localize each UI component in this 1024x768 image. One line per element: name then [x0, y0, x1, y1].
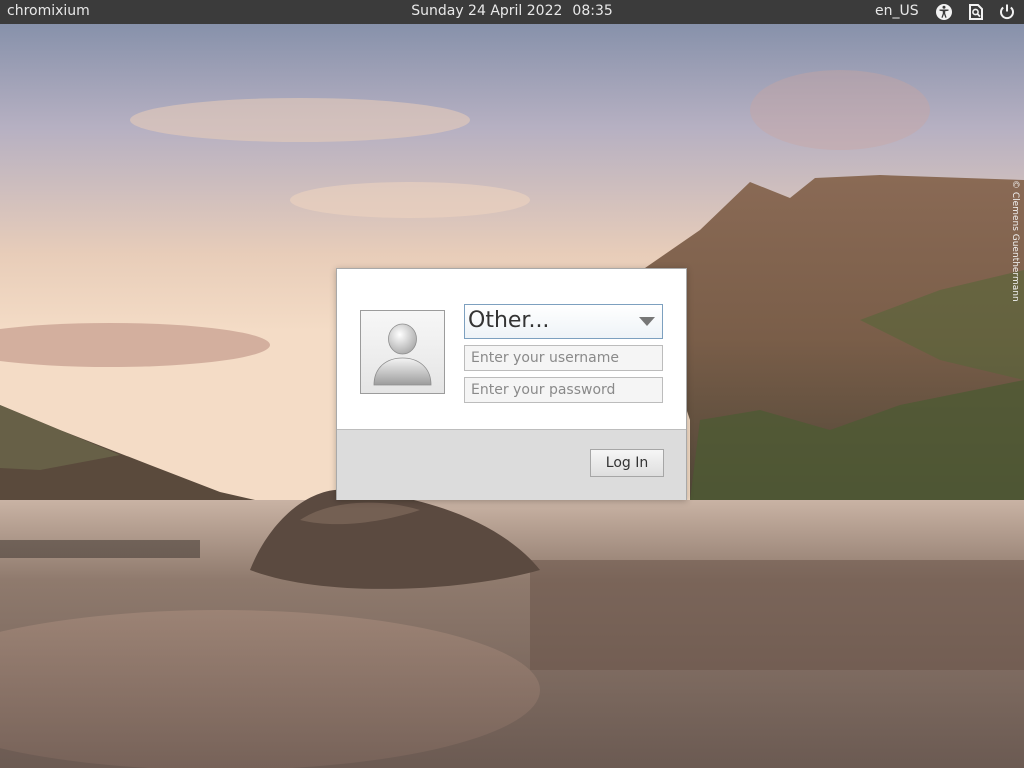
language-indicator[interactable]: en_US	[875, 3, 919, 19]
user-select[interactable]: Other...	[464, 304, 663, 339]
top-panel: chromixium Sunday 24 April 2022 08:35 en_…	[0, 0, 1024, 24]
accessibility-icon[interactable]	[935, 3, 953, 21]
login-screen: chromixium Sunday 24 April 2022 08:35 en_…	[0, 0, 1024, 768]
onboard-keyboard-icon[interactable]	[967, 3, 985, 21]
default-user-icon	[373, 323, 432, 386]
clock: Sunday 24 April 2022 08:35	[0, 3, 1024, 19]
clock-time: 08:35	[572, 3, 613, 19]
wallpaper-credit: © Clemens Guenthermann	[1010, 180, 1020, 302]
login-dialog: Other... Log In	[336, 268, 687, 500]
chevron-down-icon	[639, 317, 655, 326]
avatar	[360, 310, 445, 394]
password-input[interactable]	[464, 377, 663, 403]
user-select-value: Other...	[468, 308, 550, 333]
login-button[interactable]: Log In	[590, 449, 664, 477]
username-input[interactable]	[464, 345, 663, 371]
clock-date: Sunday 24 April 2022	[411, 3, 563, 19]
power-icon[interactable]	[998, 3, 1016, 21]
